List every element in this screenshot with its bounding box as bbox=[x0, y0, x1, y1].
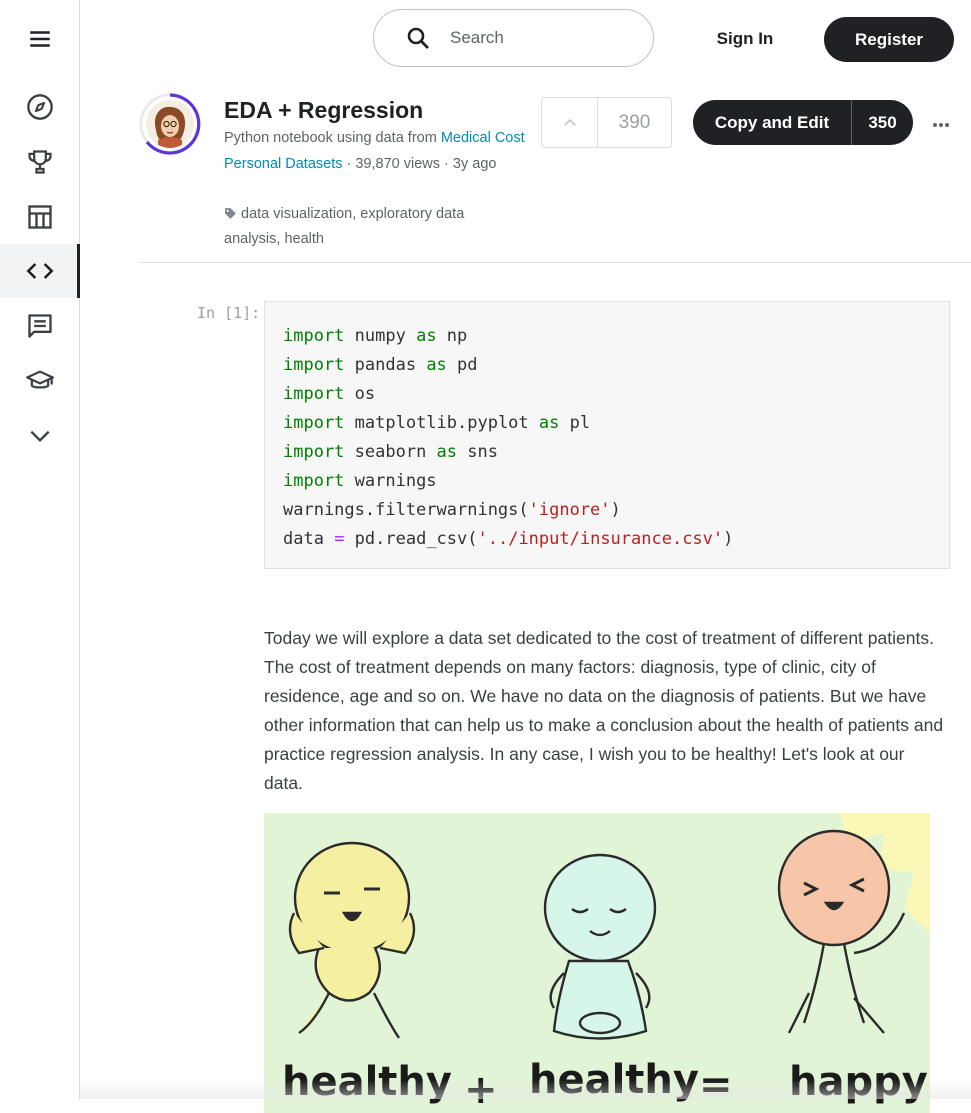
code-token: warnings.filterwarnings( bbox=[283, 500, 529, 520]
search-bar[interactable] bbox=[373, 9, 654, 67]
code-keyword: as bbox=[538, 413, 560, 433]
code-string: 'ignore' bbox=[528, 500, 611, 520]
compass-icon bbox=[26, 94, 53, 120]
meta-prefix: Python notebook using data from bbox=[224, 130, 441, 146]
code-line: warnings.filterwarnings('ignore') bbox=[283, 496, 931, 525]
sidebar-item-competitions[interactable] bbox=[0, 135, 79, 189]
markdown-paragraph: Today we will explore a data set dedicat… bbox=[264, 628, 944, 793]
chevron-down-icon bbox=[29, 430, 50, 443]
code-line: import numpy as np bbox=[283, 322, 931, 351]
cell-prompt: In [1]: bbox=[197, 304, 261, 322]
healthy-happy-illustration: healthy + healthy = happy bbox=[264, 813, 930, 1113]
code-keyword: as bbox=[416, 326, 437, 346]
code-brackets-icon bbox=[26, 263, 53, 279]
search-input[interactable] bbox=[448, 27, 622, 49]
code-keyword: import bbox=[283, 442, 345, 462]
author-avatar[interactable] bbox=[139, 93, 201, 155]
notebook-meta: Python notebook using data from Medical … bbox=[224, 125, 529, 177]
code-token: pl bbox=[559, 413, 591, 433]
figure-meditating bbox=[543, 853, 657, 1040]
code-keyword: as bbox=[436, 442, 458, 462]
code-token: numpy bbox=[344, 326, 417, 346]
code-keyword: import bbox=[283, 413, 345, 433]
menu-button[interactable] bbox=[0, 12, 79, 66]
sidebar bbox=[0, 0, 80, 1099]
avatar-image bbox=[146, 100, 194, 148]
hamburger-menu-icon bbox=[29, 31, 50, 47]
code-token: pandas bbox=[344, 355, 427, 375]
more-horizontal-icon bbox=[933, 123, 949, 127]
code-keyword: import bbox=[283, 355, 345, 375]
code-token: np bbox=[436, 326, 468, 346]
sidebar-item-explore[interactable] bbox=[0, 80, 79, 134]
trophy-icon bbox=[27, 150, 52, 174]
code-string: '../input/insurance.csv' bbox=[477, 529, 724, 549]
code-line: import matplotlib.pyplot as pl bbox=[283, 409, 931, 438]
code-keyword: import bbox=[283, 384, 345, 404]
copy-edit-label: Copy and Edit bbox=[714, 112, 830, 132]
graduation-cap-icon bbox=[25, 370, 54, 389]
more-options-button[interactable] bbox=[928, 112, 954, 138]
meta-views: · 39,870 views · bbox=[342, 156, 453, 172]
code-line: import os bbox=[283, 380, 931, 409]
sidebar-item-datasets[interactable] bbox=[0, 190, 79, 244]
vote-count: 390 bbox=[618, 111, 651, 133]
scroll-fade bbox=[80, 1080, 971, 1099]
code-line: data = pd.read_csv('../input/insurance.c… bbox=[283, 525, 931, 554]
table-icon bbox=[27, 205, 52, 229]
code-token: data bbox=[283, 529, 335, 549]
code-token: pd bbox=[446, 355, 478, 375]
sign-in-button[interactable]: Sign In bbox=[700, 17, 790, 61]
code-line: import seaborn as sns bbox=[283, 438, 931, 467]
sidebar-item-discussions[interactable] bbox=[0, 299, 79, 353]
code-block: import numpy as np import pandas as pd imp… bbox=[265, 302, 949, 574]
code-token: ) bbox=[723, 529, 734, 549]
sidebar-item-code[interactable] bbox=[0, 244, 80, 298]
tags-text[interactable]: data visualization, exploratory data ana… bbox=[224, 206, 464, 247]
code-token: seaborn bbox=[344, 442, 437, 462]
code-token: warnings bbox=[344, 471, 437, 491]
copy-edit-count: 350 bbox=[868, 112, 897, 132]
code-keyword: import bbox=[283, 471, 345, 491]
register-button[interactable]: Register bbox=[824, 17, 954, 62]
comments-icon bbox=[27, 314, 52, 338]
sidebar-item-more[interactable] bbox=[0, 409, 79, 463]
code-line: import pandas as pd bbox=[283, 351, 931, 380]
tag-icon bbox=[225, 208, 236, 219]
code-keyword: import bbox=[283, 326, 345, 346]
tags-list: data visualization, exploratory data ana… bbox=[224, 202, 524, 252]
code-token: matplotlib.pyplot bbox=[344, 413, 539, 433]
search-icon bbox=[407, 27, 429, 49]
code-token: pd.read_csv( bbox=[344, 529, 478, 549]
code-token: = bbox=[334, 529, 345, 549]
meta-age: 3y ago bbox=[452, 156, 497, 172]
notebook-title: EDA + Regression bbox=[224, 97, 424, 123]
code-cell[interactable]: import numpy as np import pandas as pd imp… bbox=[264, 301, 950, 569]
copy-and-edit-button[interactable]: Copy and Edit 350 bbox=[693, 100, 913, 145]
sidebar-item-learn[interactable] bbox=[0, 354, 79, 408]
header-divider bbox=[139, 262, 971, 263]
upvote-button[interactable] bbox=[542, 98, 598, 147]
code-token: ) bbox=[610, 500, 621, 520]
code-token: os bbox=[344, 384, 376, 404]
chevron-up-icon bbox=[563, 118, 576, 126]
code-keyword: as bbox=[426, 355, 447, 375]
code-line: import warnings bbox=[283, 467, 931, 496]
code-token: sns bbox=[457, 442, 498, 462]
vote-widget: 390 bbox=[541, 97, 672, 148]
